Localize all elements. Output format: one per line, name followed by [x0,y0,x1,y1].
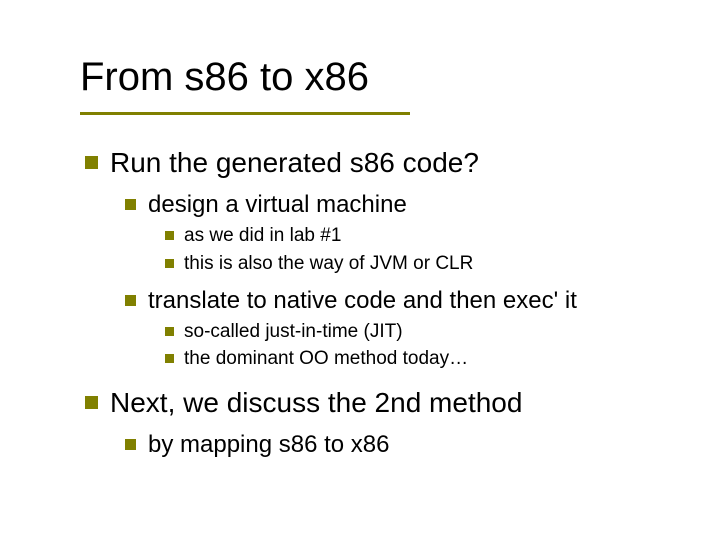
square-bullet-icon [125,295,136,306]
square-bullet-icon [165,231,174,240]
slide-title: From s86 to x86 [80,55,369,100]
bullet-text: as we did in lab #1 [184,224,660,248]
bullet-level2: translate to native code and then exec' … [125,286,660,316]
bullet-text: design a virtual machine [148,190,660,220]
square-bullet-icon [165,259,174,268]
bullet-level1: Next, we discuss the 2nd method [85,385,660,420]
bullet-text: Next, we discuss the 2nd method [110,385,660,420]
bullet-level3: so-called just-in-time (JIT) [165,320,660,344]
bullet-text: by mapping s86 to x86 [148,430,660,460]
bullet-level2: design a virtual machine [125,190,660,220]
square-bullet-icon [125,199,136,210]
title-underline [80,112,410,115]
square-bullet-icon [165,327,174,336]
bullet-level3: this is also the way of JVM or CLR [165,252,660,276]
slide-body: Run the generated s86 code? design a vir… [85,145,660,464]
bullet-text: this is also the way of JVM or CLR [184,252,660,276]
square-bullet-icon [85,396,98,409]
square-bullet-icon [165,354,174,363]
bullet-text: the dominant OO method today… [184,347,660,371]
slide: From s86 to x86 Run the generated s86 co… [0,0,720,540]
bullet-level2: by mapping s86 to x86 [125,430,660,460]
bullet-text: Run the generated s86 code? [110,145,660,180]
square-bullet-icon [85,156,98,169]
square-bullet-icon [125,439,136,450]
bullet-level3: the dominant OO method today… [165,347,660,371]
bullet-level1: Run the generated s86 code? [85,145,660,180]
bullet-text: so-called just-in-time (JIT) [184,320,660,344]
bullet-level3: as we did in lab #1 [165,224,660,248]
bullet-text: translate to native code and then exec' … [148,286,660,316]
